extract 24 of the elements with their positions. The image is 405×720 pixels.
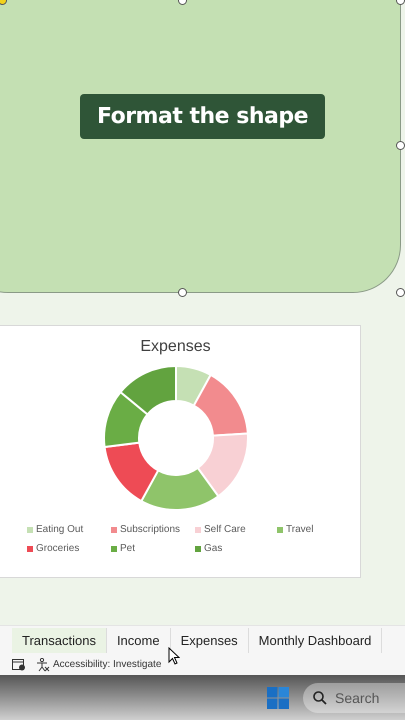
donut-slice	[104, 391, 148, 448]
resize-handle[interactable]	[396, 288, 405, 297]
sheet-tab[interactable]: Transactions	[12, 628, 107, 652]
legend-item: Groceries	[27, 543, 111, 554]
legend-item: Travel	[277, 524, 347, 535]
rounded-rectangle-shape[interactable]	[0, 0, 401, 293]
macro-icon[interactable]	[12, 658, 26, 670]
resize-handle[interactable]	[178, 288, 187, 297]
search-icon	[313, 690, 327, 704]
sheet-tab[interactable]: Monthly Dashboard	[248, 628, 382, 652]
caption-label: Format the shape	[80, 94, 325, 139]
legend-item: Self Care	[195, 524, 277, 535]
chart-title: Expenses	[140, 338, 211, 356]
legend-item: Gas	[195, 543, 277, 554]
chart-card[interactable]: Expenses Eating Out Subscriptions Self Care Travel Groceries Pet Gas	[0, 325, 361, 578]
accessibility-status[interactable]: Accessibility: Investigate	[53, 659, 162, 670]
sheet-tab[interactable]: Income	[106, 628, 171, 652]
legend-item: Eating Out	[27, 524, 111, 535]
resize-handle[interactable]	[396, 141, 405, 150]
accessibility-icon[interactable]	[36, 658, 50, 672]
search-field[interactable]: Search	[303, 682, 405, 712]
legend-item: Subscriptions	[111, 524, 195, 535]
sheet-tab[interactable]: Expenses	[170, 628, 249, 652]
legend-item: Pet	[111, 543, 195, 554]
